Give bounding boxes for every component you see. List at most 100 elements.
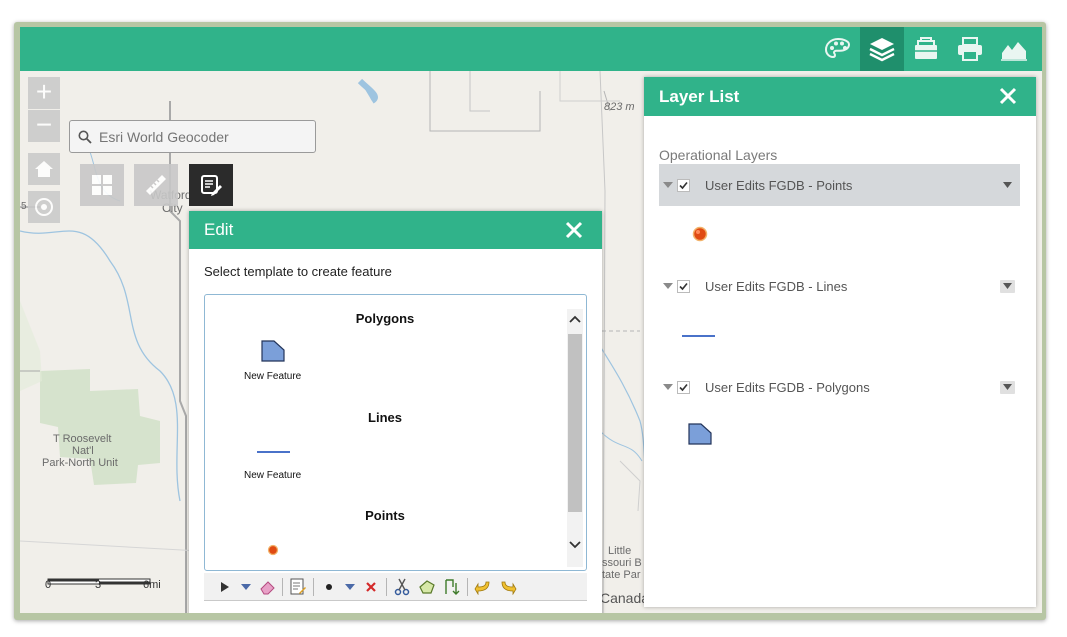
delete-icon [366, 581, 376, 592]
search-box[interactable] [69, 120, 316, 153]
redo-button[interactable] [497, 576, 519, 598]
layer-title-points: User Edits FGDB - Points [705, 177, 853, 193]
locate-button[interactable] [28, 191, 60, 223]
expand-caret-icon[interactable] [662, 283, 674, 289]
template-scrollbar[interactable] [567, 309, 583, 567]
reshape-button[interactable] [416, 576, 438, 598]
layer-menu-button[interactable] [1000, 380, 1015, 394]
park-label-line3: Park-North Unit [42, 457, 118, 469]
edit-panel: Edit Select template to create feature P… [189, 211, 602, 613]
line-template-label: New Feature [244, 470, 302, 481]
select-tool-button[interactable] [214, 576, 236, 598]
little-missouri-label-line3: tate Par [602, 569, 641, 581]
header-bar [20, 27, 1042, 71]
elevation-profile-icon[interactable] [992, 27, 1036, 71]
polygon-template[interactable] [260, 339, 286, 368]
scale-tick-6mi: 6mi [143, 579, 161, 591]
edit-toolbar [204, 573, 587, 601]
expand-caret-icon[interactable] [662, 182, 674, 188]
line-template[interactable] [257, 443, 291, 461]
operational-layers-heading: Operational Layers [659, 147, 778, 163]
search-icon [78, 130, 92, 144]
point-symbol-icon [692, 226, 708, 242]
chevron-down-icon [1003, 384, 1012, 390]
layer-list-panel: Layer List Operational Layers User Edits… [644, 77, 1036, 607]
polygon-template-label: New Feature [244, 371, 302, 382]
template-picker: Polygons New Feature Lines New Feature P… [204, 294, 587, 571]
template-group-heading-lines: Lines [368, 410, 402, 425]
line-symbol-icon [257, 451, 290, 453]
draw-dropdown-button[interactable] [343, 576, 357, 598]
scissors-icon [394, 578, 410, 595]
cut-button[interactable] [391, 576, 413, 598]
edit-instructions: Select template to create feature [204, 264, 392, 279]
polygon-symbol-icon [261, 340, 285, 362]
polygons-legend-symbol [687, 422, 713, 451]
polygon-symbol-icon [688, 423, 712, 445]
edit-widget-button[interactable] [189, 164, 233, 206]
union-button[interactable] [441, 576, 463, 598]
edit-panel-header: Edit [189, 211, 602, 249]
reshape-icon [419, 579, 435, 594]
zoom-in-button[interactable]: + [28, 77, 60, 109]
edit-panel-title: Edit [204, 220, 234, 239]
layer-visibility-checkbox[interactable] [677, 279, 690, 293]
scale-tick-0: 0 [45, 579, 52, 591]
points-legend-symbol [692, 226, 708, 247]
layer-title-polygons: User Edits FGDB - Polygons [705, 379, 870, 395]
point-symbol-icon [267, 544, 279, 556]
template-group-heading-polygons: Polygons [355, 311, 415, 326]
chevron-down-icon [1003, 182, 1012, 188]
line-symbol-icon [682, 335, 715, 337]
eraser-icon [260, 580, 275, 594]
union-icon [445, 578, 460, 595]
layer-visibility-checkbox[interactable] [677, 380, 690, 394]
little-missouri-label-line1: Little [608, 545, 632, 557]
redo-icon [501, 581, 517, 595]
layer-menu-button[interactable] [1000, 279, 1015, 293]
layer-menu-button[interactable] [1000, 179, 1015, 192]
pointer-icon [221, 581, 229, 592]
layer-title-lines: User Edits FGDB - Lines [705, 278, 848, 294]
lines-legend-symbol [682, 327, 716, 345]
dropdown-arrow-icon [241, 583, 251, 590]
overview-button[interactable] [80, 164, 124, 206]
layer-row-lines[interactable]: User Edits FGDB - Lines [659, 265, 1020, 307]
zoom-out-button[interactable]: − [28, 110, 60, 142]
little-missouri-label-line2: ssouri B [602, 557, 642, 569]
measure-button[interactable] [134, 164, 178, 206]
basemap-gallery-icon[interactable] [904, 27, 948, 71]
layer-list-title: Layer List [659, 86, 740, 106]
canada-label: Canada [600, 590, 650, 606]
undo-icon [474, 581, 490, 595]
delete-button[interactable] [360, 576, 382, 598]
print-icon[interactable] [948, 27, 992, 71]
palette-icon[interactable] [816, 27, 860, 71]
ruler-icon [146, 175, 166, 195]
dropdown-arrow-icon [345, 583, 355, 590]
home-icon [35, 161, 53, 177]
locate-icon [35, 198, 53, 216]
undo-button[interactable] [472, 576, 494, 598]
layer-visibility-checkbox[interactable] [677, 178, 690, 192]
layer-row-points[interactable]: User Edits FGDB - Points [659, 164, 1020, 206]
attributes-button[interactable] [287, 576, 309, 598]
home-button[interactable] [28, 153, 60, 185]
park-label-line1: T Roosevelt [53, 433, 112, 445]
scale-bar: 0 3 6mi [45, 573, 161, 591]
clear-selection-button[interactable] [256, 576, 278, 598]
layer-row-polygons[interactable]: User Edits FGDB - Polygons [659, 366, 1020, 408]
close-icon[interactable] [564, 220, 584, 240]
route-number-label: 5 [21, 201, 27, 212]
edit-icon [201, 175, 222, 196]
point-tool-button[interactable] [318, 576, 340, 598]
expand-caret-icon[interactable] [662, 384, 674, 390]
layer-list-header: Layer List [644, 77, 1036, 116]
point-template[interactable] [267, 543, 279, 561]
layers-icon[interactable] [860, 27, 904, 71]
select-dropdown-button[interactable] [239, 576, 253, 598]
close-icon[interactable] [998, 86, 1018, 106]
web-app: 823 m Watford City 5 T Roosevelt Nat'l P… [20, 27, 1042, 613]
search-input[interactable] [99, 128, 299, 145]
elevation-label: 823 m [604, 101, 635, 113]
